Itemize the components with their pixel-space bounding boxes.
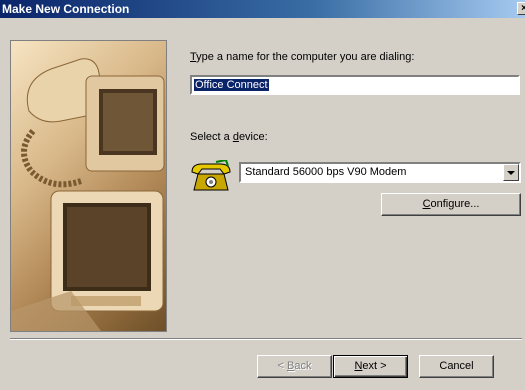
- connection-name-value: Office Connect: [194, 79, 269, 91]
- device-dropdown-button[interactable]: [503, 164, 519, 181]
- close-icon: ×: [521, 3, 525, 14]
- device-select[interactable]: Standard 56000 bps V90 Modem: [239, 162, 521, 183]
- telephone-icon: [190, 158, 232, 192]
- connection-name-input[interactable]: Office Connect: [190, 75, 520, 95]
- name-label: Type a name for the computer you are dia…: [190, 51, 415, 63]
- close-button[interactable]: ×: [517, 2, 525, 15]
- wizard-illustration: [10, 40, 167, 332]
- window-title: Make New Connection: [2, 2, 130, 16]
- device-select-value: Standard 56000 bps V90 Modem: [245, 166, 407, 178]
- cancel-button[interactable]: Cancel: [419, 355, 494, 378]
- next-button[interactable]: Next >: [333, 355, 408, 378]
- divider: [10, 338, 522, 340]
- device-label: Select a device:: [190, 131, 268, 143]
- chevron-down-icon: [507, 171, 515, 175]
- configure-button[interactable]: Configure...: [381, 193, 521, 216]
- title-bar[interactable]: Make New Connection ×: [0, 0, 525, 18]
- dialog-window: Make New Connection × Type a name for th…: [0, 0, 525, 390]
- computer-phone-illustration: [11, 58, 165, 331]
- back-button[interactable]: < Back: [257, 355, 332, 378]
